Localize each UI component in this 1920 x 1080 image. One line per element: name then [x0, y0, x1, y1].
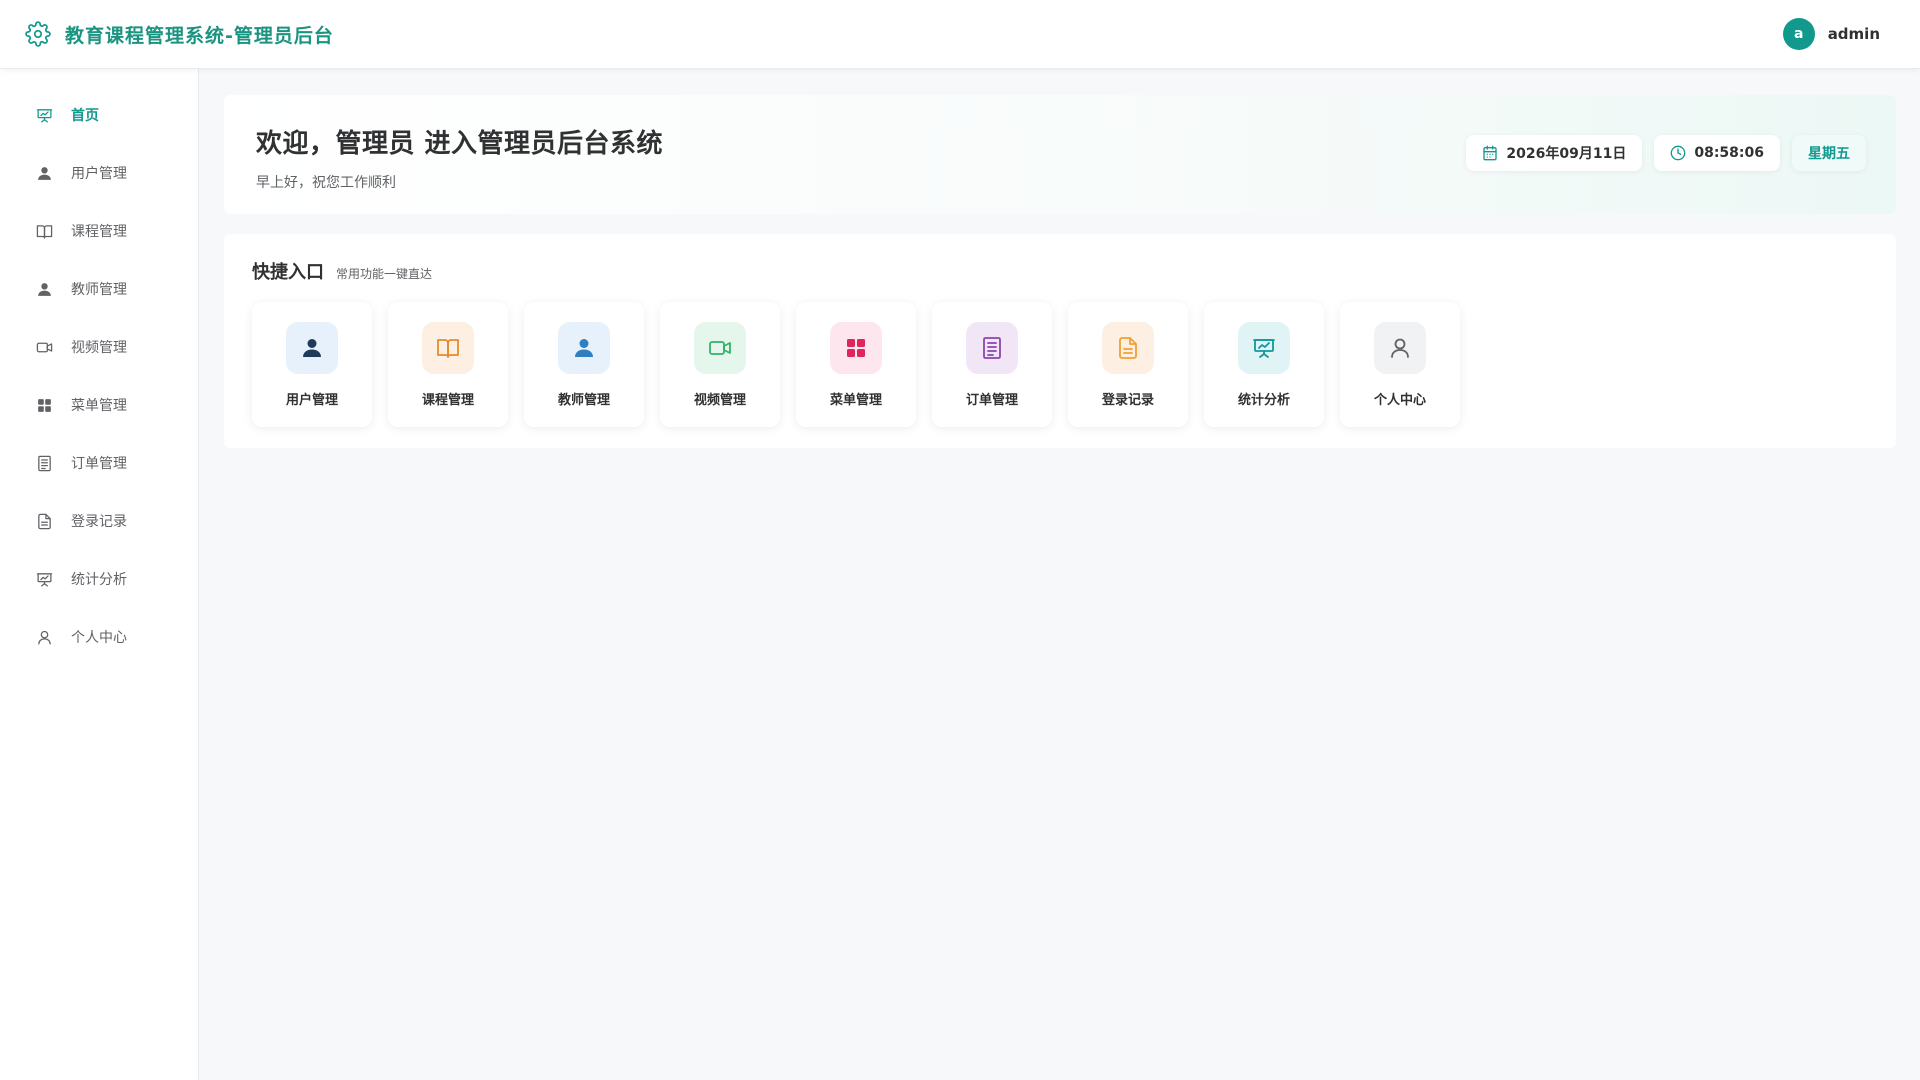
quick-entry-card[interactable]: 订单管理: [932, 302, 1052, 427]
sidebar-item[interactable]: 个人中心: [0, 608, 198, 666]
sidebar-item-label: 教师管理: [71, 282, 127, 298]
sidebar-item[interactable]: 教师管理: [0, 260, 198, 318]
calendar-icon: [1482, 145, 1498, 161]
username[interactable]: admin: [1828, 25, 1880, 43]
quick-entry-title: 快捷入口: [252, 262, 324, 283]
sidebar-item[interactable]: 登录记录: [0, 492, 198, 550]
sidebar-item[interactable]: 菜单管理: [0, 376, 198, 434]
quick-entry-subtitle: 常用功能一键直达: [336, 267, 433, 281]
user-icon: [35, 164, 53, 182]
quick-entry-grid: 用户管理 课程管理 教师管理 视频管理 菜单管理 订单管理 登录记录 统计分析 个人中心: [252, 302, 1868, 427]
quick-entry-card[interactable]: 用户管理: [252, 302, 372, 427]
quick-entry-card[interactable]: 教师管理: [524, 302, 644, 427]
time-text: 08:58:06: [1694, 145, 1764, 161]
quick-entry-card[interactable]: 视频管理: [660, 302, 780, 427]
quick-entry-label: 视频管理: [693, 393, 746, 408]
grid-icon: [35, 396, 53, 414]
list-icon: [966, 322, 1018, 374]
sidebar-item-label: 统计分析: [71, 572, 127, 588]
person-outline-icon: [1374, 322, 1426, 374]
sidebar-item[interactable]: 首页: [0, 86, 198, 144]
quick-entry-card[interactable]: 菜单管理: [796, 302, 916, 427]
quick-entry-label: 教师管理: [557, 393, 610, 408]
sidebar: 首页用户管理课程管理教师管理视频管理菜单管理订单管理登录记录统计分析个人中心: [0, 69, 199, 1080]
presentation-icon: [35, 106, 53, 124]
quick-entry-card[interactable]: 个人中心: [1340, 302, 1460, 427]
quick-entry-label: 个人中心: [1373, 393, 1426, 408]
top-header: 教育课程管理系统-管理员后台 a admin: [0, 0, 1920, 69]
sidebar-item-label: 首页: [71, 108, 99, 124]
user-icon: [286, 322, 338, 374]
book-icon: [422, 322, 474, 374]
quick-entry-label: 菜单管理: [829, 393, 882, 408]
quick-entry-label: 订单管理: [965, 393, 1018, 408]
chart-board-icon: [1238, 322, 1290, 374]
avatar[interactable]: a: [1782, 18, 1815, 50]
clock-icon: [1670, 145, 1686, 161]
quick-entry-card[interactable]: 课程管理: [388, 302, 508, 427]
sidebar-item[interactable]: 课程管理: [0, 202, 198, 260]
time-chip: 08:58:06: [1654, 135, 1780, 171]
document-icon: [1102, 322, 1154, 374]
user-icon: [558, 322, 610, 374]
sidebar-item-label: 订单管理: [71, 456, 127, 472]
document-icon: [35, 512, 53, 530]
quick-entry-label: 登录记录: [1101, 393, 1154, 408]
brand: 教育课程管理系统-管理员后台: [25, 21, 334, 48]
quick-entry-card[interactable]: 登录记录: [1068, 302, 1188, 427]
welcome-subtitle: 早上好，祝您工作顺利: [256, 175, 396, 191]
chart-board-icon: [35, 570, 53, 588]
sidebar-item-label: 个人中心: [71, 630, 127, 646]
quick-entry-card[interactable]: 统计分析: [1204, 302, 1324, 427]
sidebar-item-label: 菜单管理: [71, 398, 127, 414]
sidebar-item[interactable]: 用户管理: [0, 144, 198, 202]
user-menu[interactable]: a admin: [1782, 18, 1880, 50]
date-chip: 2026年09月11日: [1466, 135, 1643, 171]
weekday-chip: 星期五: [1792, 135, 1866, 171]
gear-icon[interactable]: [25, 21, 51, 47]
sidebar-item-label: 视频管理: [71, 340, 127, 356]
user-icon: [35, 280, 53, 298]
quick-entry-label: 课程管理: [421, 393, 474, 408]
date-text: 2026年09月11日: [1506, 146, 1627, 162]
sidebar-item-label: 课程管理: [71, 224, 127, 240]
video-icon: [694, 322, 746, 374]
quick-entry-panel: 快捷入口 常用功能一键直达 用户管理 课程管理 教师管理 视频管理 菜单管理 订单管理 登录…: [224, 234, 1896, 448]
quick-entry-label: 用户管理: [285, 393, 338, 408]
sidebar-item[interactable]: 视频管理: [0, 318, 198, 376]
video-icon: [35, 338, 53, 356]
weekday-text: 星期五: [1808, 146, 1850, 162]
person-outline-icon: [35, 628, 53, 646]
sidebar-item-label: 登录记录: [71, 514, 127, 530]
info-chips: 2026年09月11日 08:58:06 星期五: [1466, 135, 1866, 171]
sidebar-item[interactable]: 订单管理: [0, 434, 198, 492]
list-icon: [35, 454, 53, 472]
sidebar-item[interactable]: 统计分析: [0, 550, 198, 608]
app-title: 教育课程管理系统-管理员后台: [65, 24, 334, 47]
welcome-banner: 欢迎，管理员 进入管理员后台系统 早上好，祝您工作顺利 2026年09月11日: [224, 95, 1896, 214]
grid-icon: [830, 322, 882, 374]
quick-entry-header: 快捷入口 常用功能一键直达: [252, 258, 1868, 284]
book-icon: [35, 222, 53, 240]
sidebar-item-label: 用户管理: [71, 166, 127, 182]
quick-entry-label: 统计分析: [1237, 393, 1290, 408]
